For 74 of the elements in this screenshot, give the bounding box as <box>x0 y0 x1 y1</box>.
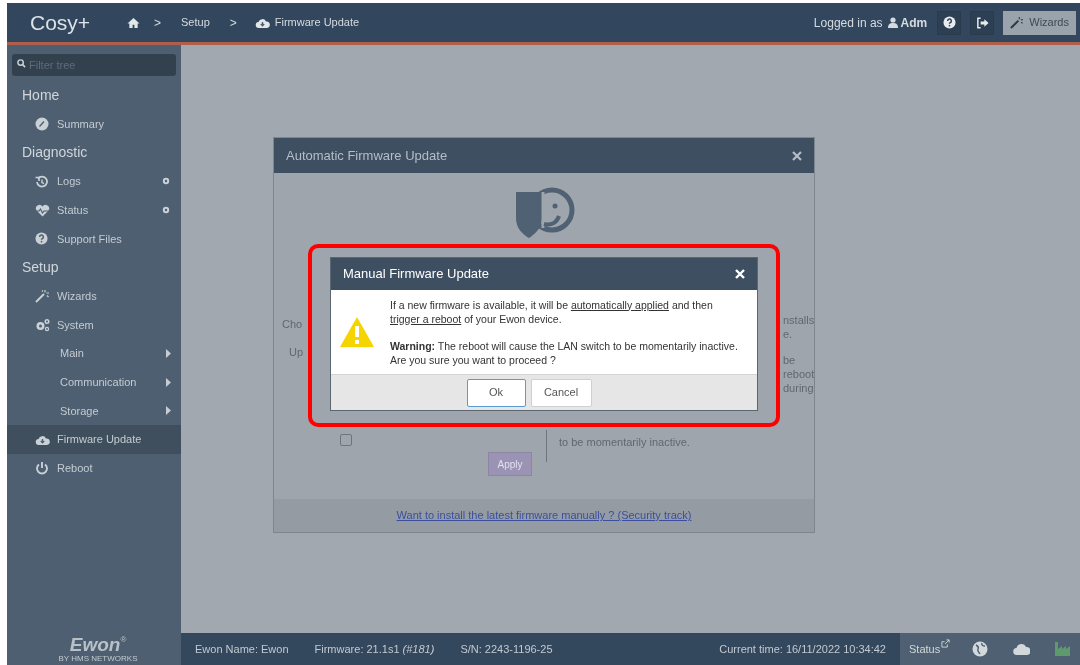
wizards-button[interactable]: Wizards <box>1003 10 1076 35</box>
nav-section-heading: Home <box>21 85 61 105</box>
gears-icon <box>35 317 50 332</box>
dialog-text: nstalls <box>783 313 815 328</box>
dialog-text: reboot <box>783 367 815 382</box>
home-icon <box>127 16 140 29</box>
cloud-download-icon <box>254 16 270 29</box>
magic-wand-icon <box>35 289 49 304</box>
logged-in-label: Logged in as <box>813 14 883 32</box>
magic-wand-icon <box>1010 16 1024 29</box>
ok-button[interactable]: Ok <box>466 378 526 407</box>
gauge-icon <box>35 117 49 132</box>
nav-item[interactable]: Status <box>7 195 181 225</box>
dialog-text: Up <box>289 345 304 360</box>
breadcrumb-separator: > <box>154 14 161 32</box>
dialog-text: e. <box>783 327 793 342</box>
nav-item[interactable]: System <box>7 310 181 340</box>
nav-item[interactable]: Support Files <box>7 224 181 254</box>
logout-button[interactable] <box>970 10 995 35</box>
nav-item[interactable]: Logs <box>7 167 181 196</box>
home-link[interactable] <box>127 16 140 29</box>
status-text: Ewon Name: Ewon <box>195 641 289 657</box>
help-icon <box>942 16 956 29</box>
breadcrumb-link[interactable]: Setup <box>181 14 210 31</box>
current-time: Current time: 16/11/2022 10:34:42 <box>719 641 886 657</box>
external-link-icon <box>941 638 951 648</box>
app-logo: Cosy+ <box>30 9 92 36</box>
nav-item[interactable]: Storage <box>7 396 181 426</box>
user-icon <box>887 17 898 28</box>
registered-mark: ® <box>120 635 127 644</box>
status-dot-icon <box>162 177 170 186</box>
close-icon <box>735 269 745 279</box>
dialog-title: Manual Firmware Update <box>343 265 490 284</box>
nav-item[interactable]: Main <box>7 339 181 368</box>
heart-pulse-icon <box>35 203 50 217</box>
cancel-button[interactable]: Cancel <box>530 378 592 407</box>
dialog-title: Automatic Firmware Update <box>286 146 449 165</box>
status-text: Firmware: 21.1s1 (#181) <box>314 641 435 657</box>
history-icon <box>35 174 49 188</box>
nav-item[interactable]: Firmware Update <box>7 425 181 454</box>
nav-item[interactable]: Wizards <box>7 281 181 311</box>
power-icon <box>35 461 49 476</box>
nav-item[interactable]: Reboot <box>7 453 181 483</box>
nav-section-heading: Setup <box>21 257 60 277</box>
dialog-text: Cho <box>282 317 303 332</box>
status-link[interactable]: Status <box>909 640 951 658</box>
user-name: Adm <box>900 14 928 32</box>
cloud-download-icon <box>35 433 50 446</box>
nav-item[interactable]: Communication <box>7 367 181 397</box>
globe-icon[interactable] <box>972 641 990 657</box>
checkbox[interactable] <box>340 434 352 446</box>
close-icon <box>792 150 802 161</box>
nav-section-heading: Diagnostic <box>21 143 89 163</box>
caret-right-icon <box>166 406 171 416</box>
help-icon <box>35 232 48 246</box>
search-icon <box>17 59 26 68</box>
nav-item[interactable]: Summary <box>7 109 181 139</box>
caret-right-icon <box>166 349 171 359</box>
brand-tagline: BY HMS NETWORKS <box>58 653 138 663</box>
breadcrumb-separator: > <box>229 14 237 32</box>
dialog-text: to be momentarily inactive. <box>559 435 690 450</box>
logout-icon <box>975 16 989 29</box>
help-button[interactable] <box>937 10 962 35</box>
dialog-text: be <box>783 353 796 368</box>
dialog-text: during <box>783 381 814 396</box>
caret-right-icon <box>166 377 171 387</box>
brand-logo: Ewon <box>69 635 121 654</box>
breadcrumb-current: Firmware Update <box>274 15 360 31</box>
status-dot-icon <box>162 206 170 215</box>
warning-icon <box>339 316 375 348</box>
confirm-message: If a new firmware is available, it will be automatically applied and then trigger a reboot of your Ewon device. <box>390 297 714 326</box>
warning-message: Warning: The reboot will cause the LAN switch to be momentarily inactive. Are you sure you want to proceed ? <box>390 338 739 367</box>
cloud-icon[interactable] <box>1013 641 1031 657</box>
status-text: S/N: 2243-1196-25 <box>460 641 553 657</box>
